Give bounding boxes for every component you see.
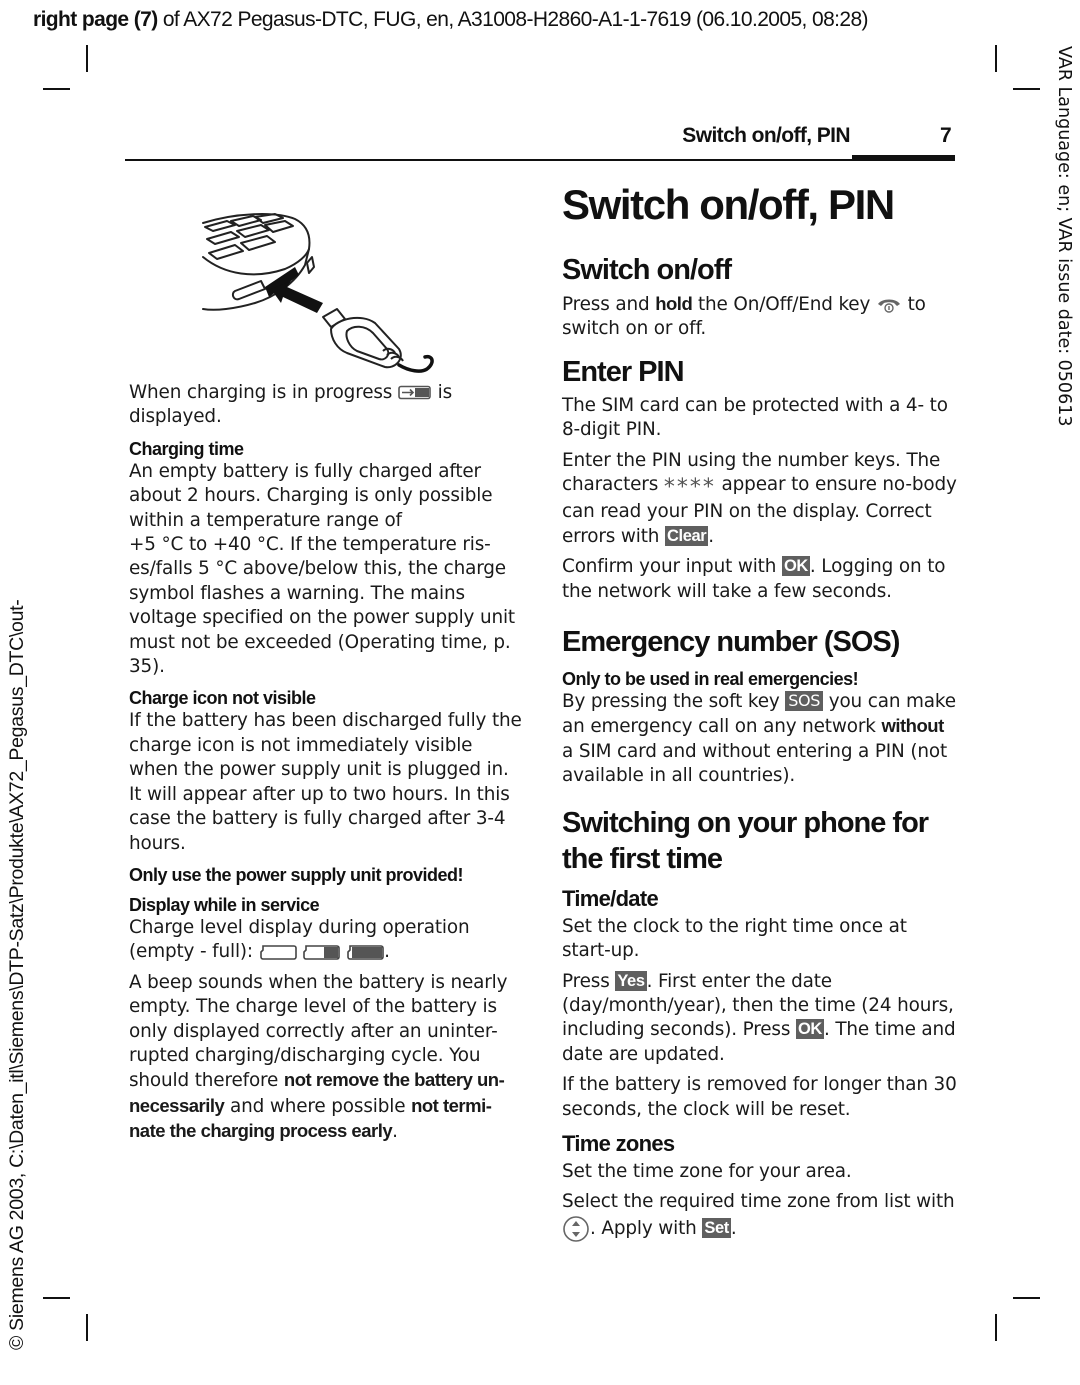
switch-text: Press and hold the On/Off/End key to swi… bbox=[562, 292, 957, 342]
pin-heading: Enter PIN bbox=[562, 355, 685, 388]
switch-text-1: Press and bbox=[562, 294, 656, 315]
switch-text-2: the On/Off/End key bbox=[692, 294, 876, 315]
right-column: Switch on/off, PIN Switch on/off Press a… bbox=[562, 180, 957, 1243]
side-copyright-path: © Siemens AG 2003, C:\Daten_itl\Siemens\… bbox=[6, 599, 28, 1350]
time-zones-heading: Time zones bbox=[562, 1130, 675, 1156]
crop-mark bbox=[995, 1314, 997, 1341]
power-supply-warning: Only use the power supply unit provided! bbox=[129, 864, 464, 885]
charging-intro: When charging is in progress is displaye… bbox=[129, 381, 524, 430]
crop-mark bbox=[1013, 88, 1040, 90]
time-zones-text-2: Select the required time zone from list … bbox=[562, 1190, 957, 1242]
beep-text-end: . bbox=[392, 1121, 398, 1143]
time-date-text-2a: Press bbox=[562, 970, 616, 992]
crop-mark bbox=[86, 45, 88, 72]
crop-mark bbox=[995, 45, 997, 72]
battery-empty-icon bbox=[259, 945, 297, 960]
phone-charger-plug-icon bbox=[202, 213, 434, 373]
crop-mark bbox=[1013, 1297, 1040, 1299]
switch-bold: hold bbox=[655, 293, 693, 314]
time-zones-text-2c: . bbox=[730, 1217, 737, 1239]
sos-heading: Emergency number (SOS) bbox=[562, 626, 900, 659]
time-date-heading: Time/date bbox=[562, 885, 659, 911]
print-meta-page: right page (7) bbox=[33, 8, 158, 31]
side-var-info: VAR Language: en; VAR issue date: 050613 bbox=[1054, 46, 1074, 427]
left-column: When charging is in progress is displaye… bbox=[129, 381, 524, 1145]
time-date-text-1: Set the clock to the right time once at … bbox=[562, 915, 907, 962]
charge-level-text: Charge level display during operation (e… bbox=[129, 916, 524, 965]
print-meta-info: of AX72 Pegasus-DTC, FUG, en, A31008-H28… bbox=[157, 8, 869, 31]
charging-time-text-2: +5 °C to +40 °C. If the temperature ris-… bbox=[129, 534, 515, 678]
time-date-text-2: Press Yes. First enter the date (day/mon… bbox=[562, 970, 957, 1068]
navigation-key-updown-icon bbox=[563, 1215, 589, 1242]
softkey-sos: SOS bbox=[785, 691, 824, 712]
pin-text-2: Enter the PIN using the number keys. The… bbox=[562, 449, 957, 550]
end-key-icon bbox=[877, 299, 900, 313]
battery-full-icon bbox=[347, 945, 384, 960]
header-rule-tab bbox=[852, 155, 955, 161]
softkey-clear: Clear bbox=[665, 525, 709, 546]
print-meta-header: right page (7) of AX72 Pegasus-DTC, FUG,… bbox=[33, 8, 869, 32]
beep-text-2: and where possible bbox=[224, 1095, 412, 1117]
softkey-ok: OK bbox=[795, 1019, 824, 1040]
sos-text: By pressing the soft key SOS you can mak… bbox=[562, 690, 957, 789]
battery-half-icon bbox=[303, 945, 341, 960]
charge-level-end: . bbox=[384, 941, 390, 963]
charging-battery-icon bbox=[398, 385, 431, 400]
pin-text-2c: . bbox=[708, 525, 714, 547]
page-number: 7 bbox=[940, 124, 952, 147]
beep-text: A beep sounds when the battery is nearly… bbox=[129, 971, 524, 1145]
charge-level-label: Charge level display during operation (e… bbox=[129, 916, 470, 963]
charge-icon-text: If the battery has been discharged fully… bbox=[129, 710, 522, 854]
charging-time-text: An empty battery is fully charged after … bbox=[129, 460, 493, 531]
softkey-yes: Yes bbox=[615, 970, 647, 991]
running-head-title: Switch on/off, PIN bbox=[682, 124, 850, 147]
charge-icon-heading: Charge icon not visible bbox=[129, 688, 316, 709]
pin-text-1: The SIM card can be protected with a 4- … bbox=[562, 394, 948, 441]
time-zones-text-2a: Select the required time zone from list … bbox=[562, 1191, 955, 1213]
switch-heading: Switch on/off bbox=[562, 254, 732, 286]
first-time-heading: Switching on your phone for the first ti… bbox=[562, 806, 929, 875]
time-zones-text-1: Set the time zone for your area. bbox=[562, 1160, 852, 1182]
charging-time-heading: Charging time bbox=[129, 438, 244, 459]
sos-text-3: a SIM card and without entering a PIN (n… bbox=[562, 740, 948, 787]
crop-mark bbox=[43, 88, 70, 90]
charging-intro-text: When charging is in progress bbox=[129, 382, 398, 403]
softkey-set: Set bbox=[702, 1217, 731, 1238]
time-zones-text-2b: . Apply with bbox=[590, 1217, 703, 1239]
page-title: Switch on/off, PIN bbox=[562, 181, 895, 228]
time-date-text-3: If the battery is removed for longer tha… bbox=[562, 1074, 957, 1120]
pin-text-3: Confirm your input with OK. Logging on t… bbox=[562, 555, 957, 604]
sos-warning: Only to be used in real emergencies! bbox=[562, 669, 859, 690]
pin-text-3a: Confirm your input with bbox=[562, 556, 782, 578]
header-rule bbox=[125, 159, 955, 161]
sos-bold: without bbox=[881, 715, 944, 737]
pin-stars: **** bbox=[663, 475, 716, 501]
crop-mark bbox=[43, 1297, 70, 1299]
crop-mark bbox=[86, 1314, 88, 1341]
sos-text-1: By pressing the soft key bbox=[562, 691, 786, 713]
softkey-ok: OK bbox=[781, 556, 810, 577]
display-heading: Display while in service bbox=[129, 894, 320, 915]
